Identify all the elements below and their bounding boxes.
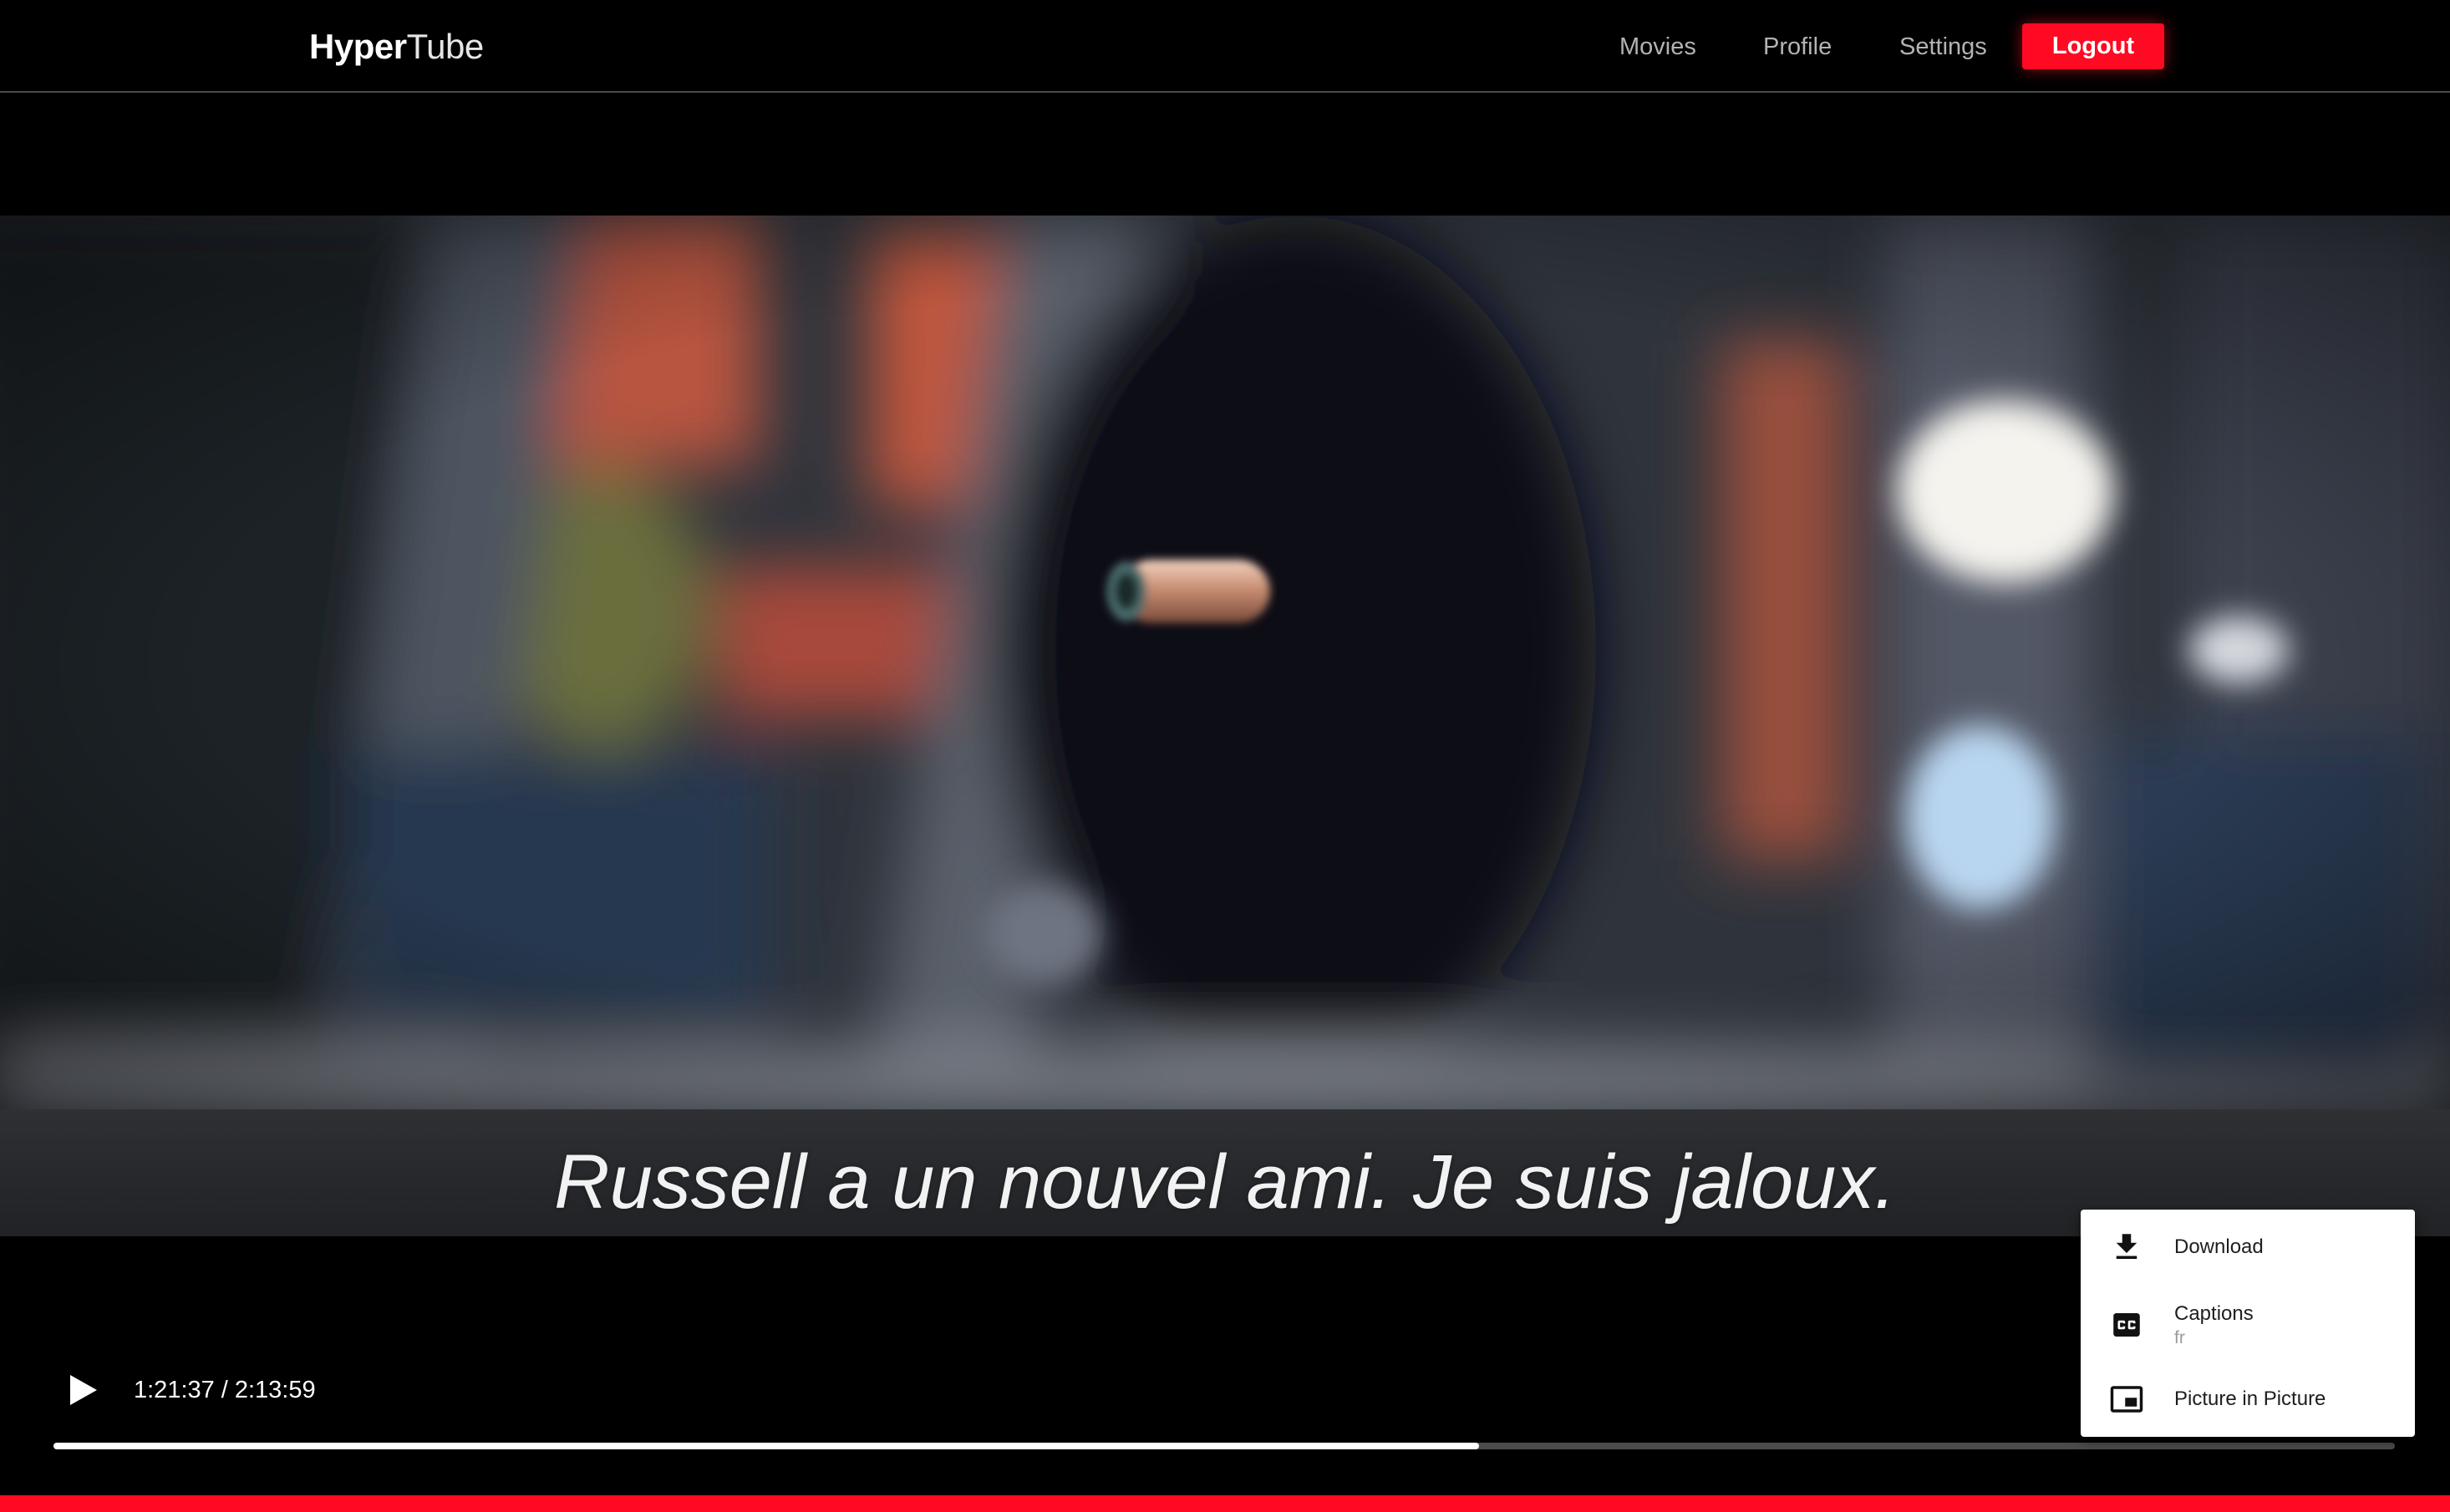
closed-captions-icon [2113,1313,2140,1337]
play-button[interactable] [65,1370,102,1410]
picture-in-picture-icon [2110,1386,2143,1413]
menu-item-captions-label: Captions [2174,1302,2254,1325]
menu-item-download-label: Download [2174,1235,2264,1258]
menu-item-picture-in-picture[interactable]: Picture in Picture [2081,1365,2415,1437]
time-separator: / [221,1377,228,1403]
current-time: 1:21:37 [134,1377,215,1403]
nav-link-profile[interactable]: Profile [1763,30,1832,63]
menu-item-download[interactable]: Download [2081,1210,2415,1285]
logout-button[interactable]: Logout [2022,23,2164,69]
brand-logo-light: Tube [406,27,485,66]
nav-link-settings[interactable]: Settings [1899,30,1987,63]
menu-item-captions-value: fr [2174,1328,2185,1347]
top-navbar: HyperTube Movies Profile Settings Logout [0,0,2450,93]
progress-bar[interactable] [53,1443,2395,1449]
duration: 2:13:59 [234,1377,316,1403]
video-still-image [0,216,2450,1109]
player-overflow-menu: Download Captions fr Picture in Picture [2081,1210,2415,1437]
time-display: 1:21:37/2:13:59 [134,1375,316,1405]
progress-played [53,1443,1480,1449]
play-icon [70,1375,97,1405]
brand-logo[interactable]: HyperTube [309,25,484,68]
menu-item-picture-in-picture-label: Picture in Picture [2174,1388,2326,1410]
download-icon [2116,1234,2137,1259]
menu-item-captions[interactable]: Captions fr [2081,1285,2415,1365]
nav-link-movies[interactable]: Movies [1619,30,1696,63]
video-frame[interactable] [0,216,2450,1109]
bottom-accent-bar [0,1495,2450,1512]
brand-logo-bold: Hyper [309,27,407,66]
